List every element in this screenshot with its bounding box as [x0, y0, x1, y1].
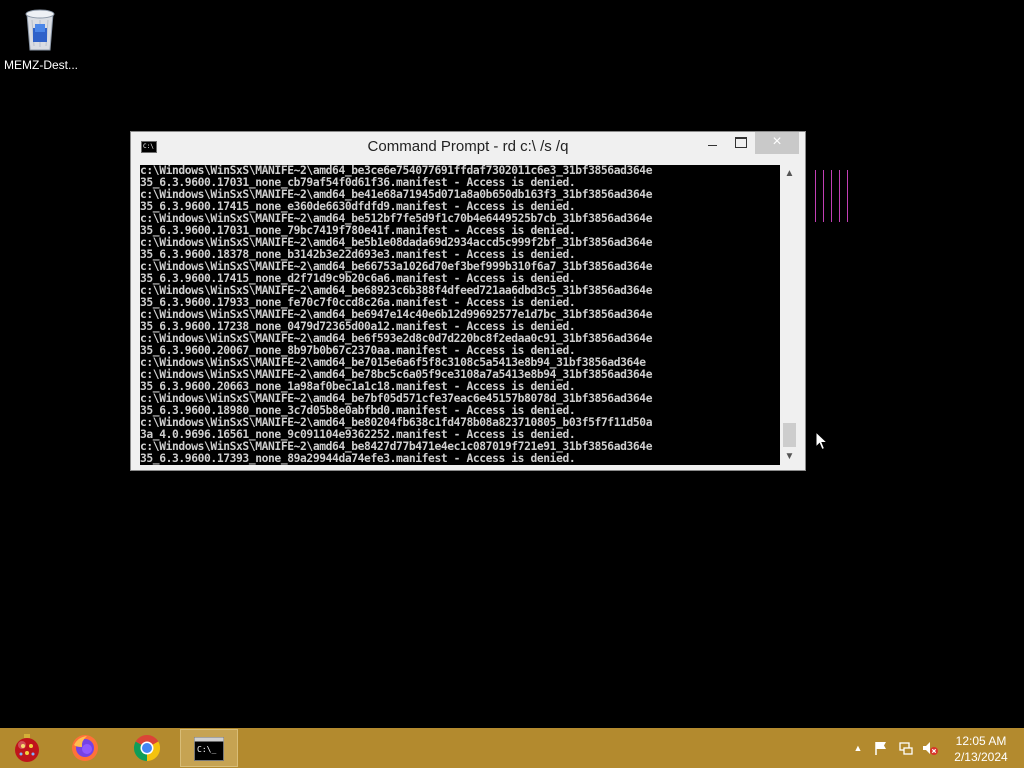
- taskbar-command-prompt-button[interactable]: C:\_: [180, 729, 238, 767]
- desktop-icon-label: MEMZ-Dest...: [4, 58, 78, 72]
- network-icon[interactable]: [898, 740, 914, 756]
- console-line: 35_6.3.9600.17393_none_89a29944da74efe3.…: [140, 452, 576, 465]
- window-titlebar[interactable]: C:\ Command Prompt - rd c:\ /s /q ×: [131, 132, 805, 162]
- console-output[interactable]: c:\Windows\WinSxS\MANIFE~2\amd64_be3ce6e…: [140, 165, 780, 465]
- command-prompt-icon: C:\_: [194, 737, 224, 761]
- scroll-down-arrow-icon[interactable]: ▼: [781, 448, 798, 465]
- screen-glitch-lines: [815, 170, 849, 222]
- clock-date: 2/13/2024: [954, 750, 1008, 764]
- scrollbar-thumb[interactable]: [783, 423, 796, 447]
- taskbar-firefox-button[interactable]: [58, 729, 112, 767]
- desktop-icon-recycle-bin[interactable]: MEMZ-Dest...: [4, 6, 78, 72]
- maximize-button[interactable]: [727, 132, 753, 154]
- recycle-bin-icon: [22, 6, 58, 52]
- clock-time: 12:05 AM: [955, 734, 1007, 748]
- minimize-button[interactable]: [699, 132, 725, 154]
- taskbar-memz-button[interactable]: [0, 729, 54, 767]
- taskbar-chrome-button[interactable]: [120, 729, 174, 767]
- scroll-up-arrow-icon[interactable]: ▲: [781, 165, 798, 182]
- firefox-icon: [72, 735, 98, 761]
- svg-text:C:\_: C:\_: [197, 745, 216, 754]
- taskbar: C:\_ ▲ 12:05 AM 2/13/2024: [0, 728, 1024, 768]
- memz-ornament-icon: [15, 734, 39, 762]
- close-button[interactable]: ×: [755, 132, 799, 154]
- mouse-cursor-icon: [815, 430, 829, 451]
- show-hidden-icons-chevron-icon[interactable]: ▲: [850, 740, 866, 756]
- vertical-scrollbar[interactable]: ▲ ▼: [781, 165, 798, 465]
- action-center-flag-icon[interactable]: [873, 740, 889, 756]
- chrome-icon: [133, 734, 161, 762]
- command-prompt-window[interactable]: C:\ Command Prompt - rd c:\ /s /q × c:\W…: [130, 131, 806, 471]
- tray-clock[interactable]: 12:05 AM 2/13/2024: [944, 733, 1018, 765]
- volume-muted-icon[interactable]: [922, 740, 938, 756]
